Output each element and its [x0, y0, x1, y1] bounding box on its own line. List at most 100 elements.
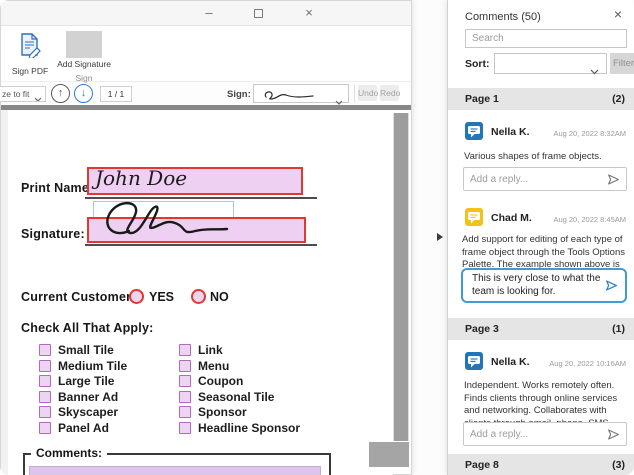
- send-icon[interactable]: [607, 428, 620, 441]
- checkbox-banner-ad[interactable]: [39, 391, 51, 403]
- filter-button[interactable]: Filter: [610, 53, 634, 74]
- reply-draft-text: This is very close to what the team is l…: [472, 273, 601, 297]
- form-comments-label: Comments:: [31, 446, 108, 460]
- checkbox-sponsor[interactable]: [179, 406, 191, 418]
- checkbox-label: Large Tile: [58, 374, 115, 388]
- pdf-app-window: – × Sign PDF Add Signature Sign ze to fi…: [0, 0, 412, 475]
- reply-draft-box[interactable]: This is very close to what the team is l…: [461, 268, 627, 303]
- sign-group-label: Sign: [75, 73, 93, 83]
- toolbar-divider: [354, 85, 355, 102]
- checkbox-skyscaper[interactable]: [39, 406, 51, 418]
- check-all-label: Check All That Apply:: [21, 321, 154, 335]
- page-indicator[interactable]: 1 / 1: [100, 86, 132, 102]
- vertical-scrollbar[interactable]: [393, 113, 409, 441]
- page-margin: [1, 110, 8, 475]
- scrollbar-thumb[interactable]: [394, 113, 408, 441]
- screenshot-root: – × Sign PDF Add Signature Sign ze to fi…: [0, 0, 634, 475]
- page-up-button[interactable]: ↑: [51, 84, 70, 103]
- comment-bubble-icon: [465, 208, 483, 226]
- page-down-button[interactable]: ↓: [74, 84, 93, 103]
- zoom-level-dropdown[interactable]: ze to fit: [0, 86, 46, 102]
- send-icon[interactable]: [607, 173, 620, 186]
- comments-panel: Comments (50) × Sort: Filter Page 1 (2) …: [447, 0, 634, 475]
- chevron-down-icon: [590, 62, 599, 80]
- no-label: NO: [210, 290, 229, 304]
- reply-input[interactable]: [470, 173, 607, 185]
- close-icon[interactable]: ×: [611, 6, 625, 22]
- undo-button[interactable]: Undo: [358, 85, 378, 101]
- checkbox-label: Headline Sponsor: [198, 421, 301, 435]
- yes-label: YES: [149, 290, 175, 304]
- section-label: Page 3: [465, 323, 499, 335]
- comment-bubble-icon: [465, 352, 483, 370]
- comment-timestamp: Aug 20, 2022 8:45AM: [553, 215, 626, 224]
- no-radio[interactable]: [191, 289, 206, 304]
- sign-pdf-label: Sign PDF: [11, 66, 49, 76]
- checkbox-coupon[interactable]: [179, 375, 191, 387]
- send-icon[interactable]: [605, 279, 618, 292]
- reply-box: [463, 167, 627, 191]
- section-count: (1): [612, 323, 625, 335]
- print-name-label: Print Name:: [21, 181, 94, 195]
- comment-author: Chad M.: [491, 212, 532, 224]
- sign-field-label: Sign:: [227, 89, 251, 100]
- pdf-page: Print Name: John Doe Signature: Current …: [1, 110, 393, 475]
- checkbox-label: Menu: [198, 359, 230, 373]
- checkbox-small-tile[interactable]: [39, 344, 51, 356]
- add-signature-button[interactable]: Add Signature: [57, 30, 111, 70]
- chevron-down-icon: [34, 92, 42, 101]
- document-toolbar: ze to fit ↑ ↓ 1 / 1 Sign: Undo Redo: [0, 83, 400, 105]
- checkbox-menu[interactable]: [179, 360, 191, 372]
- sign-pdf-icon: [17, 33, 43, 62]
- checkbox-label: Banner Ad: [58, 390, 119, 404]
- yes-radio[interactable]: [129, 289, 144, 304]
- checkbox-label: Small Tile: [58, 343, 114, 357]
- section-header-page-3[interactable]: Page 3 (1): [448, 318, 634, 340]
- add-signature-label: Add Signature: [57, 59, 111, 69]
- print-name-value[interactable]: John Doe: [95, 166, 187, 190]
- checkbox-label: Medium Tile: [58, 359, 128, 373]
- reply-box: [463, 422, 627, 446]
- comment-timestamp: Aug 20, 2022 8:32AM: [553, 129, 626, 138]
- checkbox-label: Coupon: [198, 374, 244, 388]
- signature-image[interactable]: [95, 195, 235, 245]
- section-header-page-8[interactable]: Page 8 (3): [448, 454, 634, 475]
- close-icon[interactable]: ×: [299, 4, 319, 22]
- section-count: (2): [612, 93, 625, 105]
- maximize-icon[interactable]: [254, 9, 263, 18]
- checkbox-seasonal-tile[interactable]: [179, 391, 191, 403]
- section-header-page-1[interactable]: Page 1 (2): [448, 88, 634, 110]
- comment-author: Nella K.: [491, 356, 530, 368]
- arrow-down-icon: ↓: [80, 87, 87, 99]
- comment-bubble-icon: [465, 122, 483, 140]
- section-label: Page 8: [465, 459, 499, 471]
- redo-button[interactable]: Redo: [380, 85, 400, 101]
- sort-dropdown[interactable]: [494, 53, 607, 75]
- comment-body: Various shapes of frame objects.: [464, 151, 602, 162]
- signature-select-dropdown[interactable]: [253, 84, 349, 105]
- checkbox-panel-ad[interactable]: [39, 422, 51, 434]
- checkbox-label: Seasonal Tile: [198, 390, 275, 404]
- scrollbar-corner: [369, 442, 409, 467]
- zoom-level-value: ze to fit: [2, 89, 30, 99]
- checkbox-headline-sponsor[interactable]: [179, 422, 191, 434]
- comment-author: Nella K.: [491, 126, 530, 138]
- sort-label: Sort:: [465, 58, 490, 70]
- checkbox-link[interactable]: [179, 344, 191, 356]
- minimize-icon[interactable]: –: [199, 4, 219, 22]
- checkbox-medium-tile[interactable]: [39, 360, 51, 372]
- section-label: Page 1: [465, 93, 499, 105]
- checkbox-label: Skyscaper: [58, 405, 119, 419]
- signature-label: Signature:: [21, 227, 85, 241]
- sign-pdf-button[interactable]: Sign PDF: [6, 32, 54, 76]
- checkbox-label: Link: [198, 343, 223, 357]
- form-comments-field[interactable]: [29, 466, 321, 475]
- current-customer-label: Current Customer:: [21, 290, 136, 304]
- panel-collapse-arrow-icon[interactable]: [437, 233, 443, 241]
- reply-input[interactable]: [470, 428, 607, 440]
- checkbox-label: Panel Ad: [58, 421, 109, 435]
- section-count: (3): [612, 459, 625, 471]
- checkbox-large-tile[interactable]: [39, 375, 51, 387]
- search-input[interactable]: [465, 29, 627, 48]
- window-titlebar: – ×: [1, 1, 411, 26]
